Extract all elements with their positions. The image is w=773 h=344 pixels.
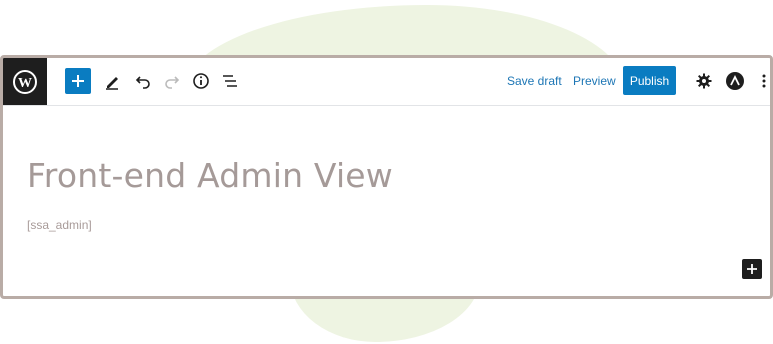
editor-window: W Save draft Preview Publish Front-end A… bbox=[0, 55, 773, 299]
save-draft-button[interactable]: Save draft bbox=[503, 66, 566, 96]
plus-icon bbox=[747, 264, 757, 274]
undo-icon bbox=[135, 76, 150, 89]
publish-button[interactable]: Publish bbox=[623, 66, 676, 95]
edit-tool-button[interactable] bbox=[100, 66, 124, 96]
redo-icon bbox=[165, 76, 180, 89]
redo-button[interactable] bbox=[160, 66, 184, 96]
plus-icon bbox=[72, 75, 84, 87]
more-options-button[interactable] bbox=[759, 66, 769, 96]
account-button[interactable] bbox=[723, 66, 747, 96]
wordpress-logo-icon[interactable]: W bbox=[3, 58, 47, 105]
more-vertical-icon bbox=[762, 74, 766, 88]
block-inserter-button[interactable] bbox=[742, 259, 762, 279]
gear-icon bbox=[696, 73, 712, 89]
editor-toolbar: W Save draft Preview Publish bbox=[3, 58, 770, 106]
pencil-icon bbox=[106, 77, 118, 90]
account-icon bbox=[726, 72, 744, 90]
post-title[interactable]: Front-end Admin View bbox=[27, 156, 393, 195]
shortcode-block[interactable]: [ssa_admin] bbox=[27, 218, 92, 232]
undo-button[interactable] bbox=[131, 66, 155, 96]
list-view-icon bbox=[223, 75, 237, 87]
preview-button[interactable]: Preview bbox=[569, 66, 620, 96]
svg-text:W: W bbox=[18, 76, 32, 91]
info-icon bbox=[193, 73, 209, 89]
list-view-button[interactable] bbox=[218, 66, 242, 96]
settings-button[interactable] bbox=[692, 66, 716, 96]
editor-content[interactable]: Front-end Admin View [ssa_admin] bbox=[3, 106, 770, 296]
add-block-button[interactable] bbox=[65, 68, 91, 94]
details-button[interactable] bbox=[189, 66, 213, 96]
